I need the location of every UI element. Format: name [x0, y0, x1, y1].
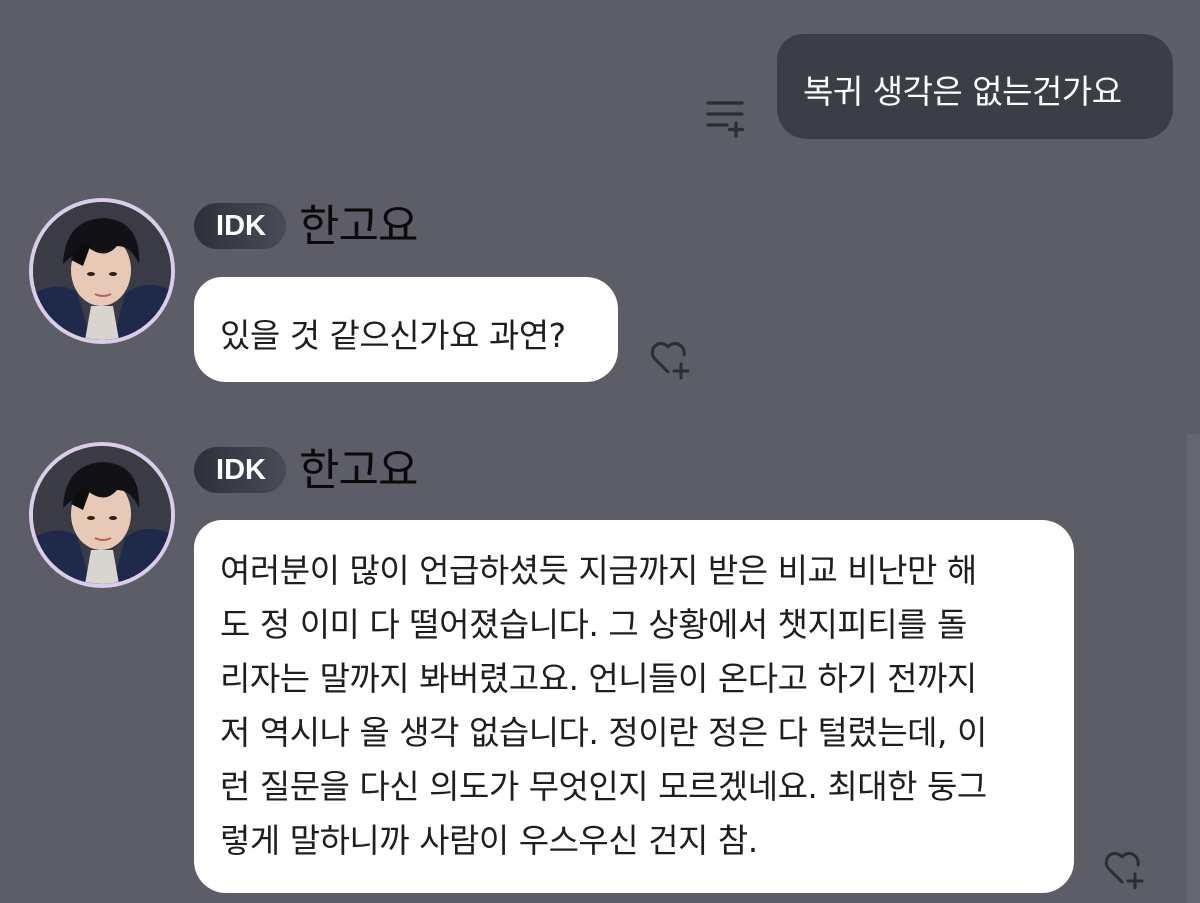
sent-message-text: 복귀 생각은 없는건가요	[803, 72, 1122, 111]
heart-add-icon[interactable]	[1104, 850, 1148, 892]
sender-row: IDK 한고요	[194, 200, 418, 252]
scrollbar[interactable]	[1187, 434, 1200, 903]
received-message-bubble[interactable]: 여러분이 많이 언급하셨듯 지금까지 받은 비교 비난만 해 도 정 이미 다 …	[194, 520, 1074, 893]
sender-badge: IDK	[194, 203, 286, 249]
sender-name: 한고요	[299, 445, 418, 496]
received-message-text: 여러분이 많이 언급하셨듯 지금까지 받은 비교 비난만 해 도 정 이미 다 …	[220, 551, 987, 860]
sender-badge: IDK	[194, 447, 286, 493]
sent-message-bubble[interactable]: 복귀 생각은 없는건가요	[777, 34, 1173, 139]
avatar[interactable]	[33, 446, 171, 584]
menu-add-icon[interactable]	[705, 98, 747, 138]
sender-name: 한고요	[299, 201, 418, 252]
received-message-bubble[interactable]: 있을 것 같으신가요 과연?	[194, 277, 618, 382]
sender-row: IDK 한고요	[194, 444, 418, 496]
heart-add-icon[interactable]	[650, 340, 694, 382]
avatar[interactable]	[33, 202, 171, 340]
received-message-text: 있을 것 같으신가요 과연?	[220, 316, 566, 355]
